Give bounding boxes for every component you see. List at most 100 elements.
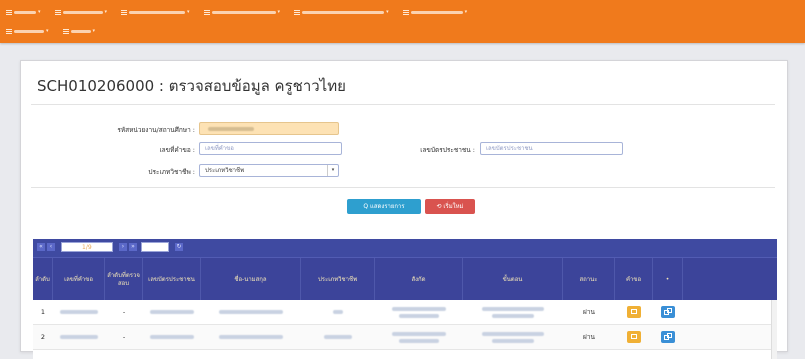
request-no-label: เลขที่คำขอ : [159, 146, 195, 154]
edit-icon[interactable] [627, 306, 641, 318]
redacted-value [219, 310, 283, 314]
cell-action [653, 300, 683, 324]
chevron-down-icon: ▾ [386, 9, 389, 15]
page-number: 1/9 [82, 244, 92, 251]
last-page-icon[interactable]: » [129, 243, 137, 251]
cell-citizen-id [143, 300, 201, 324]
chevron-down-icon: ▾ [46, 28, 49, 34]
cell-request [615, 300, 653, 324]
cell-request [615, 325, 653, 349]
menu-list-icon [6, 28, 12, 34]
table-row[interactable]: 1 - ผ่าน [33, 300, 777, 325]
nav-menu-item-5[interactable]: ▾ [294, 9, 389, 15]
profession-select[interactable]: ประเภทวิชาชีพ ▾ [199, 164, 339, 177]
redacted-value [150, 310, 194, 314]
redacted-value [399, 313, 439, 318]
cell-request-no [53, 300, 105, 324]
top-navbar: ▾ ▾ ▾ ▾ ▾ ▾ ▾ ▾ [0, 0, 805, 43]
cell-no: 2 [33, 325, 53, 349]
edit-icon[interactable] [627, 331, 641, 343]
grid-pager: « ‹ 1/9 › » ↻ [33, 239, 777, 257]
check-order-value: - [122, 308, 126, 316]
nav-menu-label [129, 10, 186, 14]
chevron-down-icon: ▾ [104, 9, 108, 15]
redacted-value [392, 331, 446, 336]
column-header-5[interactable]: ชื่อ-นามสกุล [201, 258, 301, 301]
row-number: 2 [40, 333, 46, 341]
column-header-9[interactable]: สถานะ [563, 258, 615, 301]
nav-row-2: ▾ ▾ [0, 22, 103, 40]
request-no-input[interactable]: เลขที่คำขอ [199, 142, 342, 155]
menu-list-icon [203, 9, 210, 15]
chevron-down-icon: ▾ [464, 9, 468, 15]
table-header: ลำดับ เลขที่คำขอ ลำดับที่ตรวจสอบ เลขบัตรประ… [33, 257, 777, 301]
column-header-7[interactable]: สังกัด [375, 258, 463, 301]
nav-menu-item-2[interactable]: ▾ [54, 9, 108, 15]
page-size-input[interactable] [141, 242, 169, 252]
page-input[interactable]: 1/9 [61, 242, 113, 252]
cell-citizen-id [143, 325, 201, 349]
nav-menu-item-4[interactable]: ▾ [203, 9, 280, 15]
redacted-value [333, 310, 343, 314]
menu-list-icon [121, 9, 128, 15]
nav-menu-item-1[interactable]: ▾ [6, 9, 41, 15]
school-code-field [199, 122, 339, 135]
profession-select-value: ประเภทวิชาชีพ [205, 167, 245, 174]
redacted-value [392, 306, 446, 311]
chevron-down-icon: ▾ [187, 9, 190, 15]
redacted-value [219, 335, 283, 339]
row-number: 1 [40, 308, 46, 316]
next-page-icon[interactable]: › [119, 243, 127, 251]
redacted-value [150, 335, 194, 339]
nav-menu-item-7[interactable]: ▾ [6, 28, 49, 34]
nav-menu-item-3[interactable]: ▾ [121, 9, 190, 15]
school-code-label: รหัสหน่วยงาน/สถานศึกษา : [117, 126, 195, 134]
table-scrollbar[interactable] [771, 300, 777, 359]
nav-menu-label [14, 10, 36, 14]
cell-status: ผ่าน [563, 300, 615, 324]
cell-action [653, 325, 683, 349]
table-row[interactable]: 2 - ผ่าน [33, 325, 777, 350]
refresh-icon[interactable]: ↻ [175, 243, 183, 251]
cell-step [463, 325, 563, 349]
page-title: SCH010206000 : ตรวจสอบข้อมูล ครูชาวไทย [37, 77, 346, 95]
nav-menu-label [70, 29, 91, 33]
redacted-value [324, 335, 352, 339]
column-header-3[interactable]: ลำดับที่ตรวจสอบ [105, 258, 143, 301]
column-header-11[interactable]: • [653, 258, 683, 301]
chevron-down-icon: ▾ [92, 28, 96, 34]
cell-profession [301, 325, 375, 349]
cell-step [463, 300, 563, 324]
menu-list-icon [54, 9, 61, 15]
column-header-2[interactable]: เลขที่คำขอ [53, 258, 105, 301]
profession-label: ประเภทวิชาชีพ : [148, 168, 195, 176]
column-header-4[interactable]: เลขบัตรประชาชน [143, 258, 201, 301]
search-button[interactable]: Q แสดงรายการ [347, 199, 421, 214]
cell-status: ผ่าน [563, 325, 615, 349]
column-header-6[interactable]: ประเภทวิชาชีพ [301, 258, 375, 301]
cell-no: 1 [33, 300, 53, 324]
nav-menu-label [14, 29, 44, 33]
copy-icon[interactable] [661, 331, 675, 343]
nav-menu-label [211, 10, 276, 14]
cell-name [201, 325, 301, 349]
reset-button[interactable]: ⟲ เริ่มใหม่ [425, 199, 475, 214]
chevron-down-icon: ▾ [38, 9, 41, 15]
cell-profession [301, 300, 375, 324]
column-header-8[interactable]: ขั้นตอน [463, 258, 563, 301]
column-header-10[interactable]: คำขอ [615, 258, 653, 301]
chevron-down-icon: ▾ [327, 165, 338, 176]
search-panel: SCH010206000 : ตรวจสอบข้อมูล ครูชาวไทย ร… [20, 60, 788, 359]
first-page-icon[interactable]: « [37, 243, 45, 251]
redacted-value [492, 338, 534, 343]
nav-menu-label [410, 10, 463, 14]
citizen-id-label: เลขบัตรประชาชน : [420, 146, 475, 154]
cell-affiliation [375, 325, 463, 349]
nav-menu-item-8[interactable]: ▾ [62, 28, 96, 34]
column-header-1[interactable]: ลำดับ [33, 258, 53, 301]
redacted-value [482, 306, 544, 311]
copy-icon[interactable] [661, 306, 675, 318]
nav-menu-item-6[interactable]: ▾ [402, 9, 468, 15]
prev-page-icon[interactable]: ‹ [47, 243, 55, 251]
citizen-id-input[interactable]: เลขบัตรประชาชน [480, 142, 623, 155]
